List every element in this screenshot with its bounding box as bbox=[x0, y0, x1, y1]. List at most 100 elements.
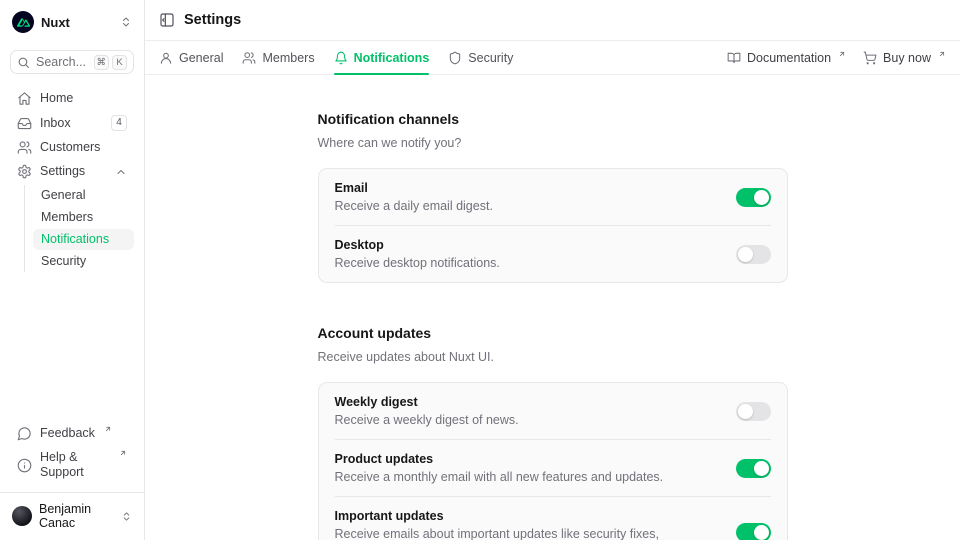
section-title: Account updates bbox=[318, 325, 788, 341]
email-toggle[interactable] bbox=[736, 188, 771, 207]
search-icon bbox=[17, 56, 30, 69]
tab-label: General bbox=[179, 51, 223, 65]
buy-now-button[interactable]: Buy now bbox=[863, 51, 946, 65]
tab-members[interactable]: Members bbox=[242, 41, 314, 74]
sidebar-item-label: Security bbox=[41, 254, 86, 269]
section-description: Receive updates about Nuxt UI. bbox=[318, 350, 788, 364]
inbox-icon bbox=[17, 116, 32, 131]
sidebar-spacer bbox=[10, 272, 134, 422]
page-header: Settings bbox=[145, 0, 960, 41]
sidebar-item-label: General bbox=[41, 188, 85, 203]
sidebar-item-feedback[interactable]: Feedback bbox=[10, 422, 134, 445]
users-icon bbox=[17, 140, 32, 155]
sidebar-item-label: Feedback bbox=[40, 426, 95, 441]
search-shortcut: ⌘ K bbox=[94, 55, 128, 70]
sidebar-item-security[interactable]: Security bbox=[33, 251, 134, 272]
users-icon bbox=[242, 51, 256, 65]
tab-label: Security bbox=[468, 51, 513, 65]
info-circle-icon bbox=[17, 458, 32, 473]
sidebar-item-label: Help & Support bbox=[40, 450, 110, 480]
action-label: Documentation bbox=[747, 51, 831, 65]
inbox-count-badge: 4 bbox=[111, 115, 127, 131]
sidebar-item-label: Customers bbox=[40, 140, 100, 155]
app-root: Nuxt Search... ⌘ K Home bbox=[0, 0, 960, 540]
sidebar-item-settings[interactable]: Settings bbox=[10, 160, 134, 183]
user-menu[interactable]: Benjamin Canac bbox=[10, 493, 134, 532]
setting-row-product-updates: Product updates Receive a monthly email … bbox=[319, 440, 787, 496]
header-actions: Documentation Buy now bbox=[727, 51, 946, 65]
setting-text: Product updates Receive a monthly email … bbox=[335, 452, 664, 484]
sidebar-item-label: Inbox bbox=[40, 116, 71, 131]
action-label: Buy now bbox=[883, 51, 931, 65]
external-link-icon bbox=[119, 449, 127, 457]
section-account-updates: Account updates Receive updates about Nu… bbox=[318, 325, 788, 540]
sidebar-item-label: Settings bbox=[40, 164, 85, 179]
sidebar-item-general[interactable]: General bbox=[33, 185, 134, 206]
section-description: Where can we notify you? bbox=[318, 136, 788, 150]
setting-label: Desktop bbox=[335, 238, 500, 252]
shield-icon bbox=[448, 51, 462, 65]
tab-notifications[interactable]: Notifications bbox=[334, 41, 430, 74]
settings-card: Weekly digest Receive a weekly digest of… bbox=[318, 382, 788, 540]
sidebar-item-label: Members bbox=[41, 210, 93, 225]
setting-text: Desktop Receive desktop notifications. bbox=[335, 238, 500, 270]
sidebar-collapse-icon[interactable] bbox=[159, 12, 175, 28]
tab-security[interactable]: Security bbox=[448, 41, 513, 74]
sidebar-item-help-support[interactable]: Help & Support bbox=[10, 446, 134, 484]
kbd-k: K bbox=[112, 55, 127, 70]
setting-description: Receive emails about important updates l… bbox=[335, 527, 722, 540]
setting-row-weekly-digest: Weekly digest Receive a weekly digest of… bbox=[319, 383, 787, 439]
section-notification-channels: Notification channels Where can we notif… bbox=[318, 111, 788, 283]
product-updates-toggle[interactable] bbox=[736, 459, 771, 478]
home-icon bbox=[17, 91, 32, 106]
sidebar: Nuxt Search... ⌘ K Home bbox=[0, 0, 145, 540]
setting-label: Weekly digest bbox=[335, 395, 519, 409]
external-link-icon bbox=[838, 50, 846, 58]
documentation-button[interactable]: Documentation bbox=[727, 51, 846, 65]
main-area: Settings General Members Notifications bbox=[145, 0, 960, 540]
sidebar-item-home[interactable]: Home bbox=[10, 87, 134, 110]
gear-icon bbox=[17, 164, 32, 179]
settings-container: Notification channels Where can we notif… bbox=[318, 75, 788, 540]
book-icon bbox=[727, 51, 741, 65]
setting-description: Receive desktop notifications. bbox=[335, 256, 500, 270]
sidebar-item-label: Notifications bbox=[41, 232, 109, 247]
cart-icon bbox=[863, 51, 877, 65]
setting-label: Email bbox=[335, 181, 493, 195]
nuxt-logo-icon bbox=[12, 11, 34, 33]
settings-card: Email Receive a daily email digest. Desk… bbox=[318, 168, 788, 283]
tab-label: Members bbox=[262, 51, 314, 65]
workspace-name: Nuxt bbox=[41, 15, 70, 30]
desktop-toggle[interactable] bbox=[736, 245, 771, 264]
avatar bbox=[12, 506, 32, 526]
tab-label: Notifications bbox=[354, 51, 430, 65]
workspace-switcher[interactable]: Nuxt bbox=[10, 9, 134, 35]
user-name: Benjamin Canac bbox=[39, 502, 114, 530]
search-input[interactable]: Search... ⌘ K bbox=[10, 50, 134, 74]
setting-text: Important updates Receive emails about i… bbox=[335, 509, 722, 540]
page-title: Settings bbox=[184, 12, 241, 28]
weekly-digest-toggle[interactable] bbox=[736, 402, 771, 421]
sidebar-item-inbox[interactable]: Inbox 4 bbox=[10, 111, 134, 135]
user-icon bbox=[159, 51, 173, 65]
chevron-up-icon bbox=[115, 166, 127, 178]
setting-row-important-updates: Important updates Receive emails about i… bbox=[319, 497, 787, 540]
content-scroll-area[interactable]: Notification channels Where can we notif… bbox=[145, 75, 960, 540]
sidebar-item-members[interactable]: Members bbox=[33, 207, 134, 228]
chat-bubble-icon bbox=[17, 426, 32, 441]
setting-description: Receive a daily email digest. bbox=[335, 199, 493, 213]
sidebar-item-customers[interactable]: Customers bbox=[10, 136, 134, 159]
setting-row-email: Email Receive a daily email digest. bbox=[319, 169, 787, 225]
chevrons-up-down-icon bbox=[120, 16, 132, 28]
setting-label: Product updates bbox=[335, 452, 664, 466]
kbd-cmd: ⌘ bbox=[94, 55, 110, 70]
tab-bar: General Members Notifications Security bbox=[145, 41, 960, 75]
important-updates-toggle[interactable] bbox=[736, 523, 771, 540]
sidebar-item-notifications[interactable]: Notifications bbox=[33, 229, 134, 250]
section-title: Notification channels bbox=[318, 111, 788, 127]
setting-label: Important updates bbox=[335, 509, 722, 523]
bell-icon bbox=[334, 51, 348, 65]
external-link-icon bbox=[104, 425, 112, 433]
setting-row-desktop: Desktop Receive desktop notifications. bbox=[319, 226, 787, 282]
tab-general[interactable]: General bbox=[159, 41, 223, 74]
